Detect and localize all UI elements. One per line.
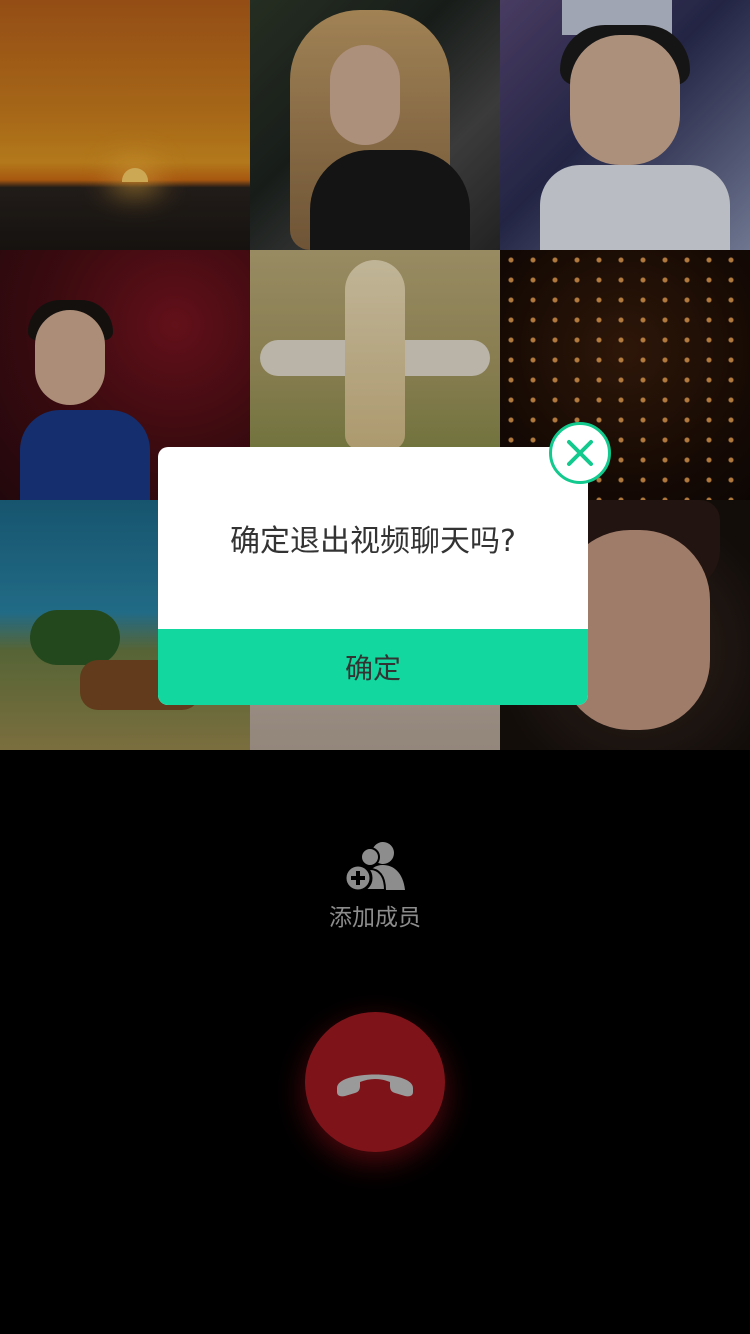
confirm-button[interactable]: 确定 [158,629,588,705]
add-member-label: 添加成员 [329,905,421,931]
add-members-icon [343,840,407,893]
hangup-button[interactable] [305,1012,445,1152]
exit-confirm-dialog: 确定退出视频聊天吗? 确定 [158,447,588,705]
add-member-button[interactable]: 添加成员 [0,840,750,932]
hangup-phone-icon [337,1074,413,1097]
dialog-close-button[interactable] [549,422,611,484]
close-icon [567,440,593,466]
dialog-message: 确定退出视频聊天吗? [230,524,516,559]
